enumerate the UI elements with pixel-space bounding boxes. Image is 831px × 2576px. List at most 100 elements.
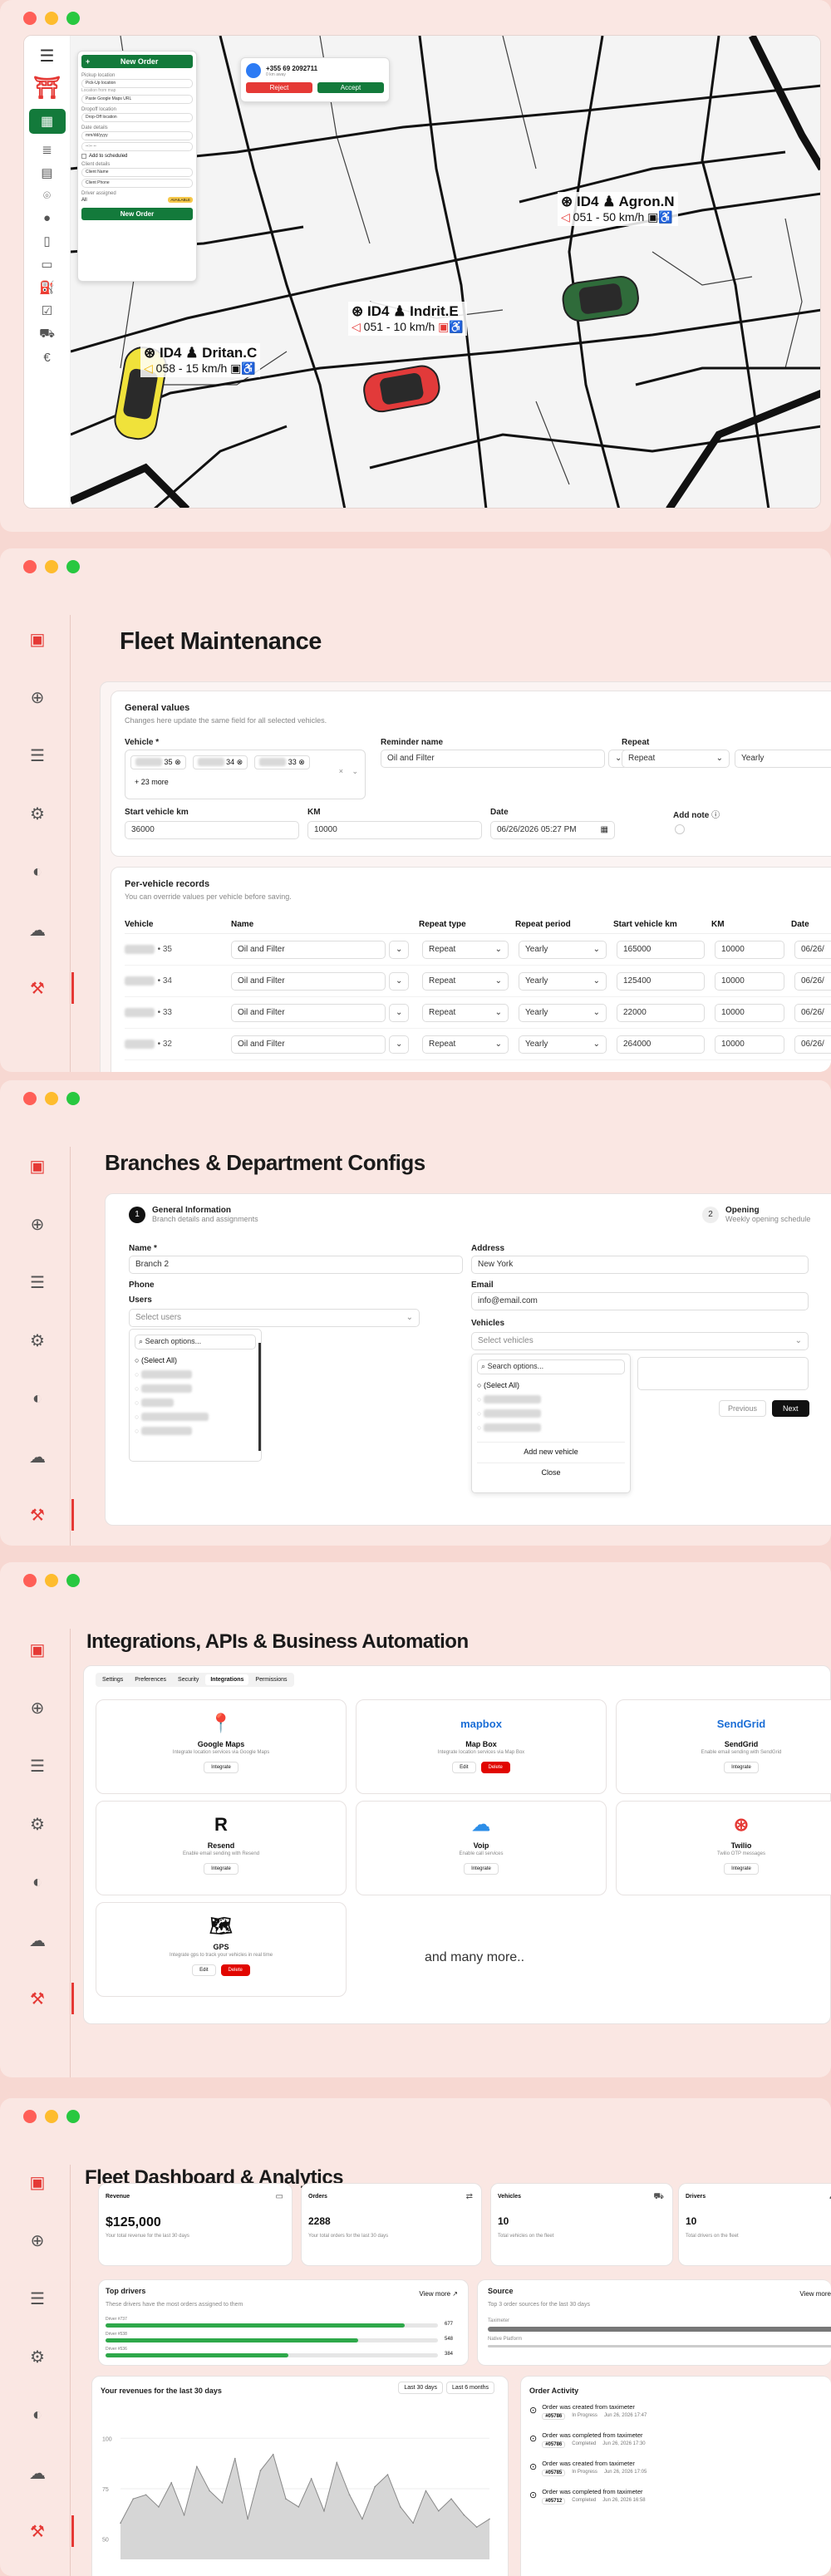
list-settings-icon[interactable]: ☰ xyxy=(27,745,48,766)
checklist-icon[interactable]: ☑ xyxy=(42,303,52,318)
vehicle-chip[interactable]: AB1234 33 ⊗ xyxy=(254,755,310,769)
date-input[interactable]: 06/26/2026 05:27 PM ▦ xyxy=(490,821,615,839)
revenue-point[interactable] xyxy=(336,2461,338,2464)
reminder-name-input[interactable]: Oil and Filter xyxy=(231,971,386,991)
dropoff-input[interactable]: Drop-Off location xyxy=(81,113,193,122)
scheduled-checkbox[interactable] xyxy=(81,154,86,159)
pickup-input[interactable]: Pick-Up location xyxy=(81,79,193,88)
vehicle-multiselect[interactable]: AB1234 35 ⊗ AB1234 34 ⊗ AB1234 33 ⊗ + 23… xyxy=(125,750,366,799)
activity-item[interactable]: ⊙ Order was created from taximeter #05786 I… xyxy=(529,2403,779,2420)
delete-button[interactable]: Delete xyxy=(220,1964,250,1976)
integrate-button[interactable]: Integrate xyxy=(204,1863,238,1875)
tab-permissions[interactable]: Permissions xyxy=(250,1674,292,1685)
cloud-icon[interactable]: ☁ xyxy=(27,2462,48,2484)
palette-icon[interactable]: ◐ xyxy=(27,1388,48,1409)
revenue-point[interactable] xyxy=(272,2453,274,2456)
view-more-button[interactable]: View more ↗ xyxy=(419,2290,458,2298)
close-dot[interactable] xyxy=(23,1574,37,1587)
period-select[interactable]: Yearly xyxy=(735,750,831,768)
location-pin-icon[interactable]: ⌾ xyxy=(43,189,51,203)
vehicles-select[interactable]: Select vehicles ⌄ xyxy=(471,1332,809,1350)
start-km-input[interactable]: 264000 xyxy=(617,1035,705,1054)
submit-order-button[interactable]: New Order xyxy=(81,208,193,220)
close-dot[interactable] xyxy=(23,12,37,25)
add-vehicle-option[interactable]: Add new vehicle xyxy=(477,1442,625,1456)
client-phone-input[interactable]: Client Phone xyxy=(81,179,193,188)
km-input[interactable]: 10000 xyxy=(307,821,482,839)
vehicles-search-input[interactable]: ⌕ Search options... xyxy=(477,1359,625,1374)
revenue-point[interactable] xyxy=(489,2518,490,2520)
close-dot[interactable] xyxy=(23,560,37,573)
list-settings-icon[interactable]: ☰ xyxy=(27,1755,48,1777)
start-km-input[interactable]: 125400 xyxy=(617,971,705,991)
cloud-icon[interactable]: ☁ xyxy=(27,1930,48,1951)
activity-item[interactable]: ⊙ Order was completed from taximeter #0571… xyxy=(529,2488,779,2505)
brand-logo[interactable]: ▣ xyxy=(27,628,48,650)
delete-button[interactable]: Delete xyxy=(480,1762,510,1773)
name-input[interactable]: Branch 2 xyxy=(129,1256,463,1274)
revenue-point[interactable] xyxy=(386,2474,389,2475)
list-settings-icon[interactable]: ☰ xyxy=(27,1271,48,1293)
palette-icon[interactable]: ◐ xyxy=(27,2404,48,2426)
revenue-area-chart[interactable]: 100 75 50 xyxy=(99,2410,498,2568)
tab-security[interactable]: Security xyxy=(173,1674,204,1685)
revenue-point[interactable] xyxy=(183,2514,185,2516)
euro-icon[interactable]: € xyxy=(43,351,50,365)
maintenance-icon[interactable]: ⚒ xyxy=(27,2515,74,2547)
minimize-dot[interactable] xyxy=(45,560,58,573)
driver-select[interactable]: All xyxy=(81,198,87,203)
maximize-dot[interactable] xyxy=(66,2110,80,2123)
maximize-dot[interactable] xyxy=(66,1574,80,1587)
revenue-point[interactable] xyxy=(247,2518,248,2520)
minimize-dot[interactable] xyxy=(45,2110,58,2123)
driver-car-icon[interactable]: ⛟ xyxy=(39,327,55,342)
km-input[interactable]: 10000 xyxy=(715,971,784,991)
reminder-name-input[interactable]: Oil and Filter xyxy=(231,940,386,959)
date-input[interactable]: 06/26/ xyxy=(794,1003,831,1022)
repeat-type-select[interactable]: Repeat ⌄ xyxy=(422,940,509,959)
chevron-down-icon[interactable]: ⌄ xyxy=(352,767,358,776)
gear-icon[interactable]: ⚙ xyxy=(27,803,48,824)
repeat-type-select[interactable]: Repeat ⌄ xyxy=(422,1035,509,1054)
reminder-name-dropdown[interactable]: ⌄ xyxy=(389,1035,409,1054)
revenue-point[interactable] xyxy=(348,2494,351,2496)
list-icon[interactable]: ≣ xyxy=(42,142,52,157)
date-input[interactable]: mm/dd/yyyy xyxy=(81,131,193,140)
users-search-input[interactable]: ⌕ Search options... xyxy=(135,1335,256,1349)
stepper-step-2[interactable]: 2 Opening Weekly opening schedule xyxy=(702,1206,810,1223)
brand-logo[interactable]: ▣ xyxy=(27,2171,48,2193)
revenue-point[interactable] xyxy=(132,2498,135,2500)
revenue-point[interactable] xyxy=(221,2502,224,2504)
revenue-point[interactable] xyxy=(297,2506,300,2508)
repeat-period-select[interactable]: Yearly ⌄ xyxy=(519,1003,607,1022)
add-icon[interactable]: ⊕ xyxy=(27,1697,48,1718)
revenue-point[interactable] xyxy=(374,2485,376,2488)
edit-button[interactable]: Edit xyxy=(452,1762,476,1773)
repeat-period-select[interactable]: Yearly ⌄ xyxy=(519,971,607,991)
revenue-point[interactable] xyxy=(463,2514,465,2516)
reminder-name-dropdown[interactable]: ⌄ xyxy=(389,1003,409,1022)
revenue-point[interactable] xyxy=(285,2498,287,2500)
gear-icon[interactable]: ⚙ xyxy=(27,2346,48,2367)
last-6-months-button[interactable]: Last 6 months xyxy=(446,2382,494,2394)
maximize-dot[interactable] xyxy=(66,12,80,25)
list-settings-icon[interactable]: ☰ xyxy=(27,2288,48,2309)
minimize-dot[interactable] xyxy=(45,12,58,25)
client-name-input[interactable]: Client Name xyxy=(81,168,193,177)
last-30-days-button[interactable]: Last 30 days xyxy=(398,2382,444,2394)
user-option[interactable]: ○ Name surname xyxy=(135,1384,256,1393)
maintenance-icon[interactable]: ⚒ xyxy=(27,1983,74,2014)
gear-icon[interactable]: ⚙ xyxy=(27,1330,48,1351)
integrate-button[interactable]: Integrate xyxy=(204,1762,238,1773)
tab-settings[interactable]: Settings xyxy=(97,1674,128,1685)
repeat-type-select[interactable]: Repeat ⌄ xyxy=(422,971,509,991)
date-input[interactable]: 06/26/ xyxy=(794,1035,831,1054)
reminder-name-input[interactable]: Oil and Filter xyxy=(231,1003,386,1022)
close-dot[interactable] xyxy=(23,2110,37,2123)
document-icon[interactable]: ▯ xyxy=(43,234,50,248)
new-order-header[interactable]: + New Order xyxy=(81,55,193,68)
revenue-point[interactable] xyxy=(437,2510,440,2512)
close-dropdown-button[interactable]: Close xyxy=(477,1463,625,1477)
revenue-point[interactable] xyxy=(450,2498,452,2500)
stepper-step-1[interactable]: 1 General Information Branch details and … xyxy=(129,1206,258,1223)
